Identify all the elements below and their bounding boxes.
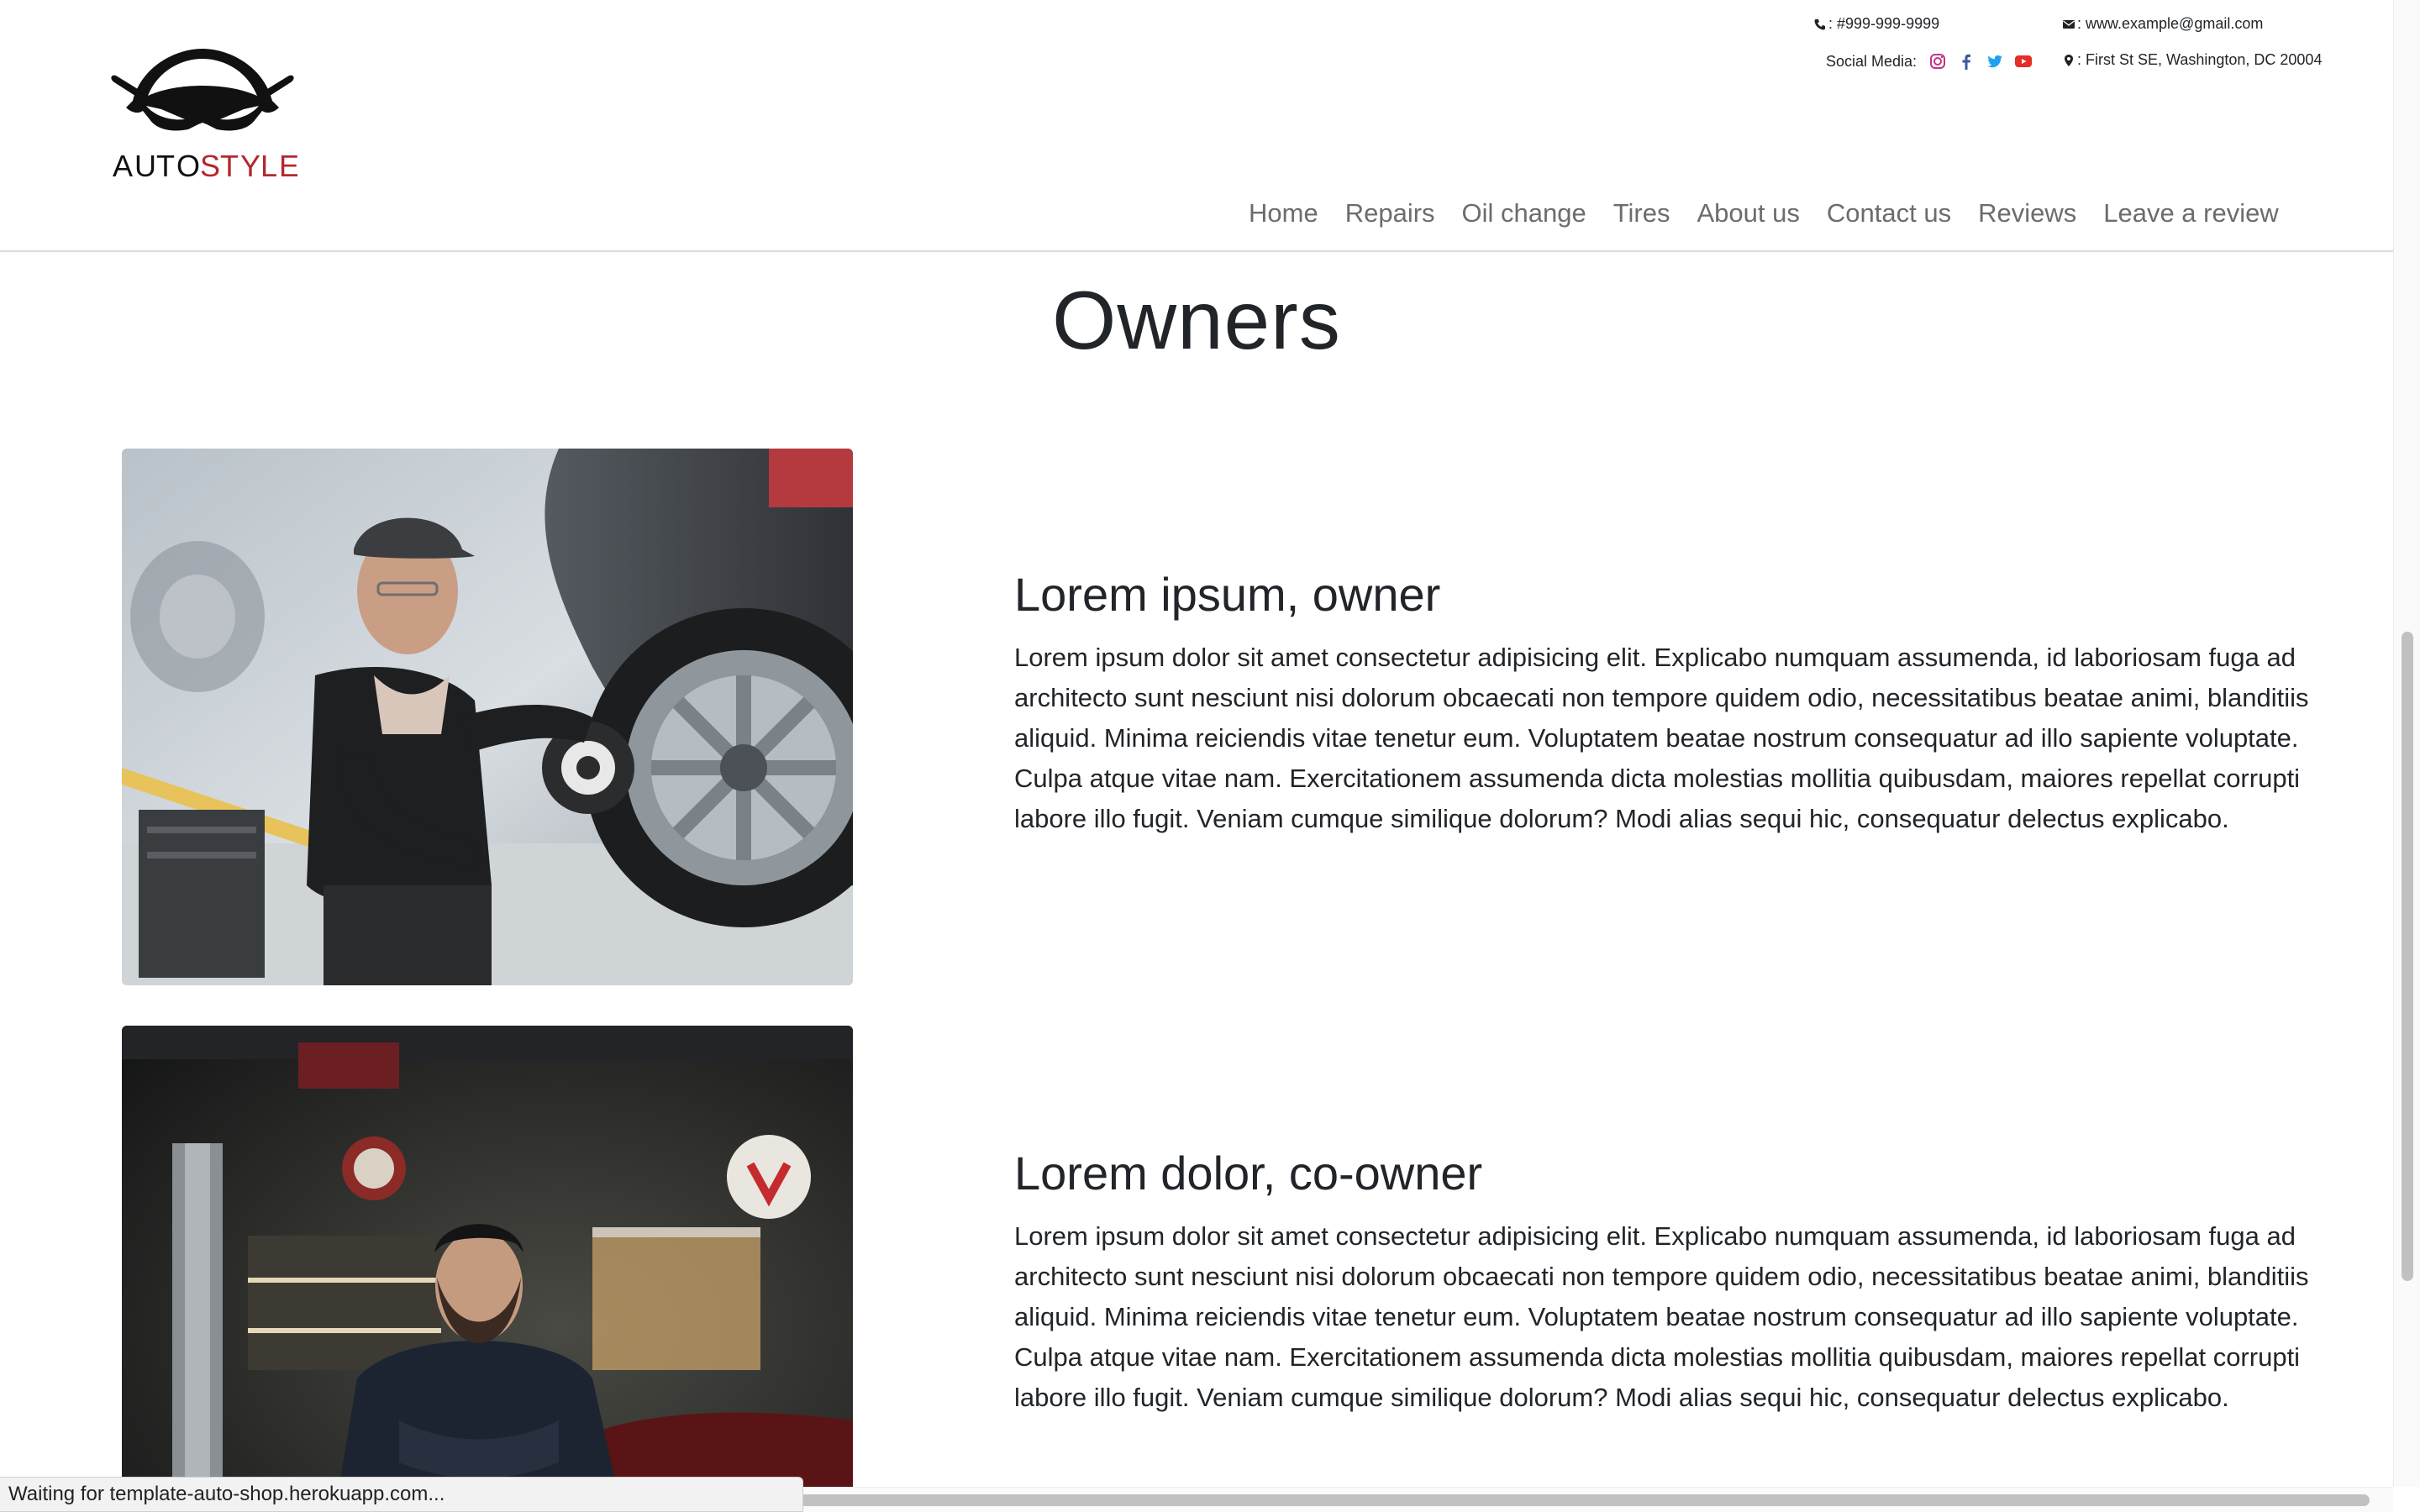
svg-text:T: T: [220, 149, 239, 183]
browser-status-bar: Waiting for template-auto-shop.herokuapp…: [0, 1477, 803, 1512]
owner-name: Lorem ipsum, owner: [1014, 568, 1441, 621]
phone-text: : #999-999-9999: [1828, 15, 1940, 32]
facebook-icon[interactable]: [1957, 52, 1975, 71]
svg-text:L: L: [260, 149, 277, 183]
nav-tires[interactable]: Tires: [1600, 198, 1684, 228]
owner-photo: [122, 449, 853, 985]
vertical-scrollbar-thumb[interactable]: [2402, 632, 2413, 1281]
page: A U T O S T Y L E : #999-999-9999: www.…: [0, 0, 2420, 1512]
envelope-icon: [2062, 18, 2075, 31]
co-owner-name: Lorem dolor, co-owner: [1014, 1147, 1483, 1200]
map-marker-icon: [2062, 54, 2075, 67]
svg-text:T: T: [156, 149, 175, 183]
instagram-icon[interactable]: [1928, 52, 1947, 71]
horizontal-scrollbar-thumb[interactable]: [798, 1494, 2370, 1506]
nav-contact-us[interactable]: Contact us: [1813, 198, 1965, 228]
social-media-label: Social Media:: [1826, 52, 1918, 70]
nav-oil-change[interactable]: Oil change: [1449, 198, 1600, 228]
email-text: : www.example@gmail.com: [2077, 15, 2264, 32]
svg-text:S: S: [200, 149, 220, 183]
social-icons: [1928, 52, 2033, 71]
page-title: Owners: [1052, 274, 1341, 366]
vertical-scrollbar[interactable]: [2393, 0, 2420, 1487]
twitter-icon[interactable]: [1986, 52, 2004, 71]
contact-email[interactable]: : www.example@gmail.com: [2062, 15, 2263, 33]
phone-icon: [1813, 18, 1827, 31]
site-header: A U T O S T Y L E : #999-999-9999: www.…: [0, 0, 2393, 252]
svg-text:U: U: [134, 149, 156, 183]
contact-phone[interactable]: : #999-999-9999: [1813, 15, 1939, 33]
main-nav: Home Repairs Oil change Tires About us C…: [1235, 198, 2292, 228]
co-owner-bio: Lorem ipsum dolor sit amet consectetur a…: [1014, 1221, 2309, 1412]
co-owner-photo: [122, 1026, 853, 1512]
nav-about-us[interactable]: About us: [1684, 198, 1813, 228]
nav-leave-a-review[interactable]: Leave a review: [2090, 198, 2292, 228]
svg-text:E: E: [279, 149, 297, 183]
nav-home[interactable]: Home: [1235, 198, 1332, 228]
address-text: : First St SE, Washington, DC 20004: [2077, 51, 2323, 68]
contact-address[interactable]: : First St SE, Washington, DC 20004: [2062, 51, 2322, 69]
owner-bio: Lorem ipsum dolor sit amet consectetur a…: [1014, 643, 2309, 833]
nav-repairs[interactable]: Repairs: [1332, 198, 1449, 228]
social-media-row: Social Media:: [1826, 52, 2033, 71]
nav-reviews[interactable]: Reviews: [1965, 198, 2090, 228]
autostyle-logo[interactable]: A U T O S T Y L E: [108, 42, 297, 186]
svg-text:Y: Y: [240, 149, 260, 183]
svg-text:O: O: [176, 149, 200, 183]
svg-text:A: A: [113, 149, 133, 183]
youtube-icon[interactable]: [2014, 52, 2033, 71]
